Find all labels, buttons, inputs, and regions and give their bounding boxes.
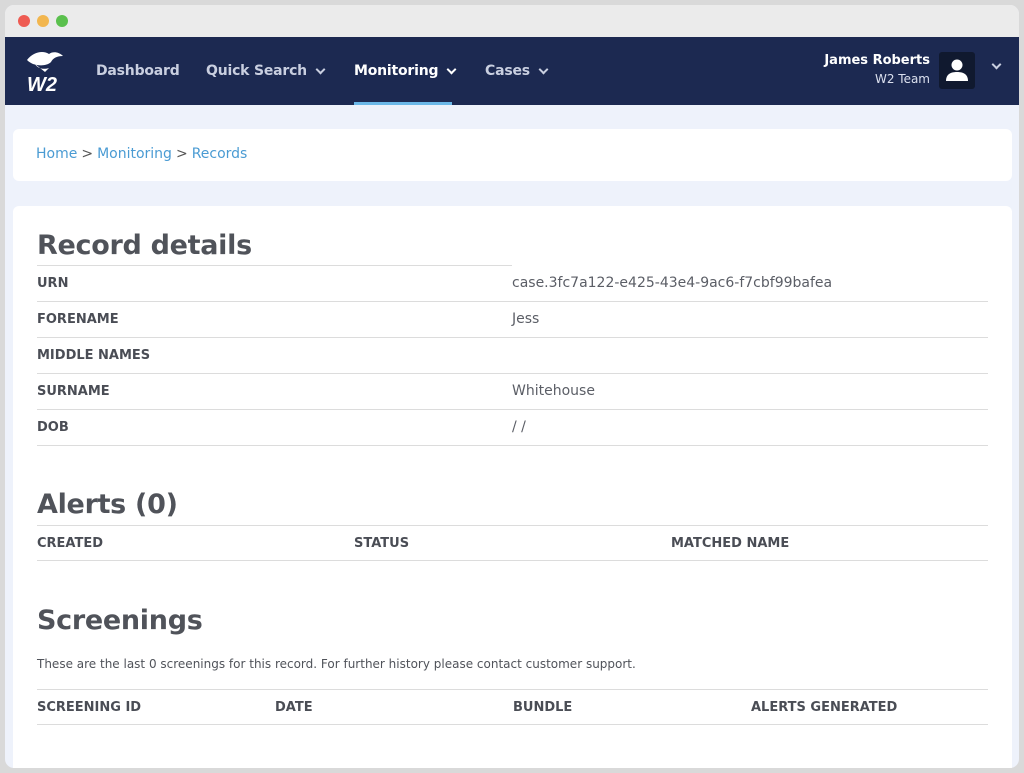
minimize-window-button[interactable]	[37, 15, 49, 27]
breadcrumb-separator: >	[175, 146, 188, 162]
screenings-column-bundle[interactable]: BUNDLE	[513, 700, 572, 715]
alerts-column-matched-name[interactable]: MATCHED NAME	[671, 536, 789, 551]
nav-cases-label: Cases	[485, 63, 530, 79]
detail-row-middle-names: MIDDLE NAMES	[37, 338, 988, 374]
detail-row-surname: SURNAME Whitehouse	[37, 374, 988, 410]
alerts-title: Alerts (0)	[37, 489, 178, 520]
active-nav-indicator	[354, 102, 452, 105]
user-team: W2 Team	[874, 72, 930, 86]
screenings-title: Screenings	[37, 605, 203, 636]
user-name: James Roberts	[824, 53, 930, 68]
screenings-note: These are the last 0 screenings for this…	[37, 657, 636, 671]
detail-value: / /	[512, 419, 526, 435]
nav-quick-search[interactable]: Quick Search	[206, 61, 326, 81]
breadcrumb-separator: >	[81, 146, 94, 162]
close-window-button[interactable]	[18, 15, 30, 27]
top-navbar: W2 Dashboard Quick Search Monitoring Cas…	[5, 37, 1019, 105]
screenings-column-screening-id[interactable]: SCREENING ID	[37, 700, 141, 715]
detail-label: DOB	[37, 420, 69, 435]
screenings-column-date[interactable]: DATE	[275, 700, 313, 715]
chevron-down-icon	[315, 64, 326, 74]
chevron-down-icon	[446, 64, 457, 74]
detail-label: MIDDLE NAMES	[37, 348, 151, 363]
record-card: Record details URN case.3fc7a122-e425-43…	[13, 206, 1012, 768]
detail-value: case.3fc7a122-e425-43e4-9ac6-f7cbf99bafe…	[512, 275, 833, 291]
user-menu-chevron-down-icon[interactable]	[991, 59, 1002, 70]
screenings-column-alerts-generated[interactable]: ALERTS GENERATED	[751, 700, 897, 715]
browser-window: W2 Dashboard Quick Search Monitoring Cas…	[5, 5, 1019, 768]
alerts-column-status[interactable]: STATUS	[354, 536, 409, 551]
svg-text:W2: W2	[27, 74, 57, 94]
chevron-down-icon	[538, 64, 549, 74]
nav-cases[interactable]: Cases	[485, 61, 549, 81]
detail-value: Jess	[512, 311, 540, 327]
nav-monitoring[interactable]: Monitoring	[354, 61, 457, 81]
window-titlebar	[5, 5, 1019, 37]
detail-row-dob: DOB / /	[37, 410, 988, 446]
screenings-table-header: SCREENING ID DATE BUNDLE ALERTS GENERATE…	[37, 689, 988, 725]
breadcrumb-monitoring[interactable]: Monitoring	[97, 146, 172, 162]
breadcrumb-records[interactable]: Records	[192, 146, 248, 162]
detail-row-urn: URN case.3fc7a122-e425-43e4-9ac6-f7cbf99…	[37, 266, 988, 302]
breadcrumb-card: Home > Monitoring > Records	[13, 129, 1012, 181]
breadcrumb: Home > Monitoring > Records	[36, 146, 247, 162]
alerts-column-created[interactable]: CREATED	[37, 536, 103, 551]
w2-eagle-logo[interactable]: W2	[23, 48, 67, 94]
nav-monitoring-label: Monitoring	[354, 63, 439, 79]
detail-label: URN	[37, 276, 69, 291]
nav-dashboard-label: Dashboard	[96, 63, 180, 79]
detail-value: Whitehouse	[512, 383, 595, 399]
maximize-window-button[interactable]	[56, 15, 68, 27]
alerts-table-header: CREATED STATUS MATCHED NAME	[37, 525, 988, 561]
nav-quick-search-label: Quick Search	[206, 63, 307, 79]
record-details-title: Record details	[37, 230, 252, 261]
user-avatar-icon[interactable]	[939, 52, 975, 89]
nav-dashboard[interactable]: Dashboard	[96, 61, 180, 81]
detail-label: SURNAME	[37, 384, 110, 399]
detail-row-forename: FORENAME Jess	[37, 302, 988, 338]
breadcrumb-home[interactable]: Home	[36, 146, 77, 162]
detail-label: FORENAME	[37, 312, 119, 327]
